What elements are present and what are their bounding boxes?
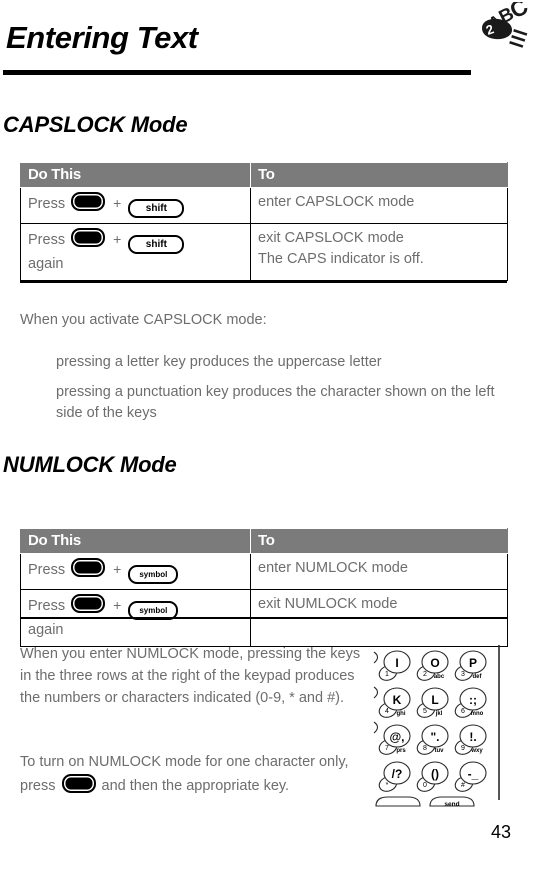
keypad-key-sub: abc bbox=[434, 674, 445, 680]
page-number: 43 bbox=[490, 822, 511, 842]
keypad-key-number: 2 bbox=[423, 671, 427, 678]
keypad-key-letter: :; bbox=[469, 693, 477, 707]
keypad-key-letter: /? bbox=[392, 767, 403, 781]
column-header-to: To bbox=[250, 162, 508, 188]
keypad-key-number: 3 bbox=[461, 671, 465, 678]
keypad-key-number: 6 bbox=[461, 708, 465, 715]
menu-key-icon bbox=[71, 558, 106, 577]
table-row: Press + shift again exit CAPSLOCK mode T… bbox=[20, 222, 508, 282]
keypad-key-number: 7 bbox=[385, 745, 389, 752]
keypad-key-sub: jkl bbox=[435, 711, 443, 717]
keypad-key-number: * bbox=[386, 782, 389, 789]
keypad-key-number: 5 bbox=[423, 708, 427, 715]
capslock-intro-text: When you activate CAPSLOCK mode: bbox=[20, 312, 267, 328]
section-heading-numlock: NUMLOCK Mode bbox=[3, 452, 177, 477]
column-header-do-this: Do This bbox=[20, 528, 251, 554]
keypad-key-letter: L bbox=[431, 693, 438, 707]
keypad-key-letter: I bbox=[395, 656, 398, 670]
keypad-key-sub: mno bbox=[471, 711, 484, 717]
keypad-key-number: # bbox=[461, 782, 465, 789]
to-line-1: exit CAPSLOCK mode bbox=[258, 230, 404, 246]
capslock-bullet-list: pressing a letter key produces the upper… bbox=[56, 352, 506, 433]
menu-key-icon bbox=[61, 773, 96, 793]
phone-keypad-illustration: I O P K L :; @, ". !. /? () -_ 1 2 3 4 5… bbox=[373, 645, 500, 808]
keypad-key-sub: wxy bbox=[470, 748, 483, 754]
keypad-key-sub: tuv bbox=[435, 748, 445, 754]
keypad-softkey-send: send bbox=[444, 801, 459, 808]
to-line-1: exit NUMLOCK mode bbox=[258, 596, 398, 612]
list-item: pressing a letter key produces the upper… bbox=[56, 354, 382, 370]
table-row: Press + symbol enter NUMLOCK mode bbox=[20, 553, 508, 590]
header-rule bbox=[3, 70, 471, 75]
keypad-key-number: 1 bbox=[385, 671, 389, 678]
keypad-key-letter: O bbox=[430, 656, 439, 670]
page-header: Entering Text 2 A B C bbox=[0, 0, 533, 84]
capslock-table: Do This To Press + shift enter CAPSLOCK … bbox=[20, 162, 508, 282]
keypad-key-letter: -_ bbox=[468, 767, 479, 781]
to-line-2: The CAPS indicator is off. bbox=[258, 251, 424, 268]
plus-sign: + bbox=[113, 231, 122, 247]
table-header-row: Do This To bbox=[20, 162, 508, 188]
keypad-key-letter: P bbox=[469, 656, 477, 670]
press-label: Press bbox=[28, 196, 66, 212]
keypad-key-letter: K bbox=[393, 693, 402, 707]
numlock-paragraph-1: When you enter NUMLOCK mode, pressing th… bbox=[20, 646, 361, 706]
keypad-key-letter: ". bbox=[430, 730, 439, 744]
to-line-1: enter CAPSLOCK mode bbox=[258, 194, 415, 210]
cell-do-this: Press + symbol bbox=[20, 553, 251, 590]
press-label: Press bbox=[28, 598, 66, 614]
keypad-key-sub: prs bbox=[396, 748, 406, 754]
keypad-key-letter: @, bbox=[389, 730, 404, 744]
menu-key-icon bbox=[71, 192, 106, 211]
cell-do-this: Press + shift again bbox=[20, 222, 251, 282]
section-heading-capslock: CAPSLOCK Mode bbox=[3, 112, 188, 137]
table-row: Press + shift enter CAPSLOCK mode bbox=[20, 187, 508, 224]
column-header-to: To bbox=[250, 528, 508, 554]
press-label: Press bbox=[28, 232, 66, 248]
table-header-row: Do This To bbox=[20, 528, 508, 554]
2abc-chapter-icon: 2 A B C bbox=[482, 2, 530, 48]
list-item: pressing a punctuation key produces the … bbox=[56, 384, 495, 422]
keypad-key-number: 0 bbox=[423, 782, 427, 789]
menu-key-icon bbox=[71, 228, 106, 247]
keypad-key-sub: ghi bbox=[397, 711, 406, 717]
keypad-key-number: 4 bbox=[385, 708, 389, 715]
cell-to: enter CAPSLOCK mode bbox=[250, 187, 508, 224]
again-label: again bbox=[28, 256, 64, 272]
plus-sign: + bbox=[113, 597, 122, 613]
press-label: Press bbox=[28, 562, 66, 578]
cell-do-this: Press + shift bbox=[20, 187, 251, 224]
keypad-key-number: 8 bbox=[423, 745, 427, 752]
symbol-key-icon: symbol bbox=[128, 565, 179, 584]
column-header-do-this: Do This bbox=[20, 162, 251, 188]
shift-key-icon: shift bbox=[128, 235, 185, 254]
keypad-key-number: 9 bbox=[461, 745, 465, 752]
cell-to: enter NUMLOCK mode bbox=[250, 553, 508, 590]
page-title: Entering Text bbox=[6, 20, 198, 55]
plus-sign: + bbox=[113, 195, 122, 211]
numlock-table: Do This To Press + symbol enter NUMLOCK … bbox=[20, 528, 508, 648]
cell-to: exit CAPSLOCK mode The CAPS indicator is… bbox=[250, 222, 508, 282]
keypad-key-letter: () bbox=[431, 767, 439, 781]
numlock-paragraph-2-after: and then the appropriate key. bbox=[101, 777, 290, 794]
menu-key-icon bbox=[71, 594, 106, 613]
plus-sign: + bbox=[113, 561, 122, 577]
keypad-key-letter: !. bbox=[469, 730, 476, 744]
shift-key-icon: shift bbox=[128, 199, 185, 218]
numlock-table-underline bbox=[20, 617, 507, 619]
numlock-paragraph-2: To turn on NUMLOCK mode for one characte… bbox=[20, 752, 380, 798]
capslock-table-underline bbox=[20, 281, 507, 283]
again-label: again bbox=[28, 622, 64, 638]
to-line-1: enter NUMLOCK mode bbox=[258, 560, 408, 576]
keypad-key-sub: def bbox=[473, 674, 483, 680]
